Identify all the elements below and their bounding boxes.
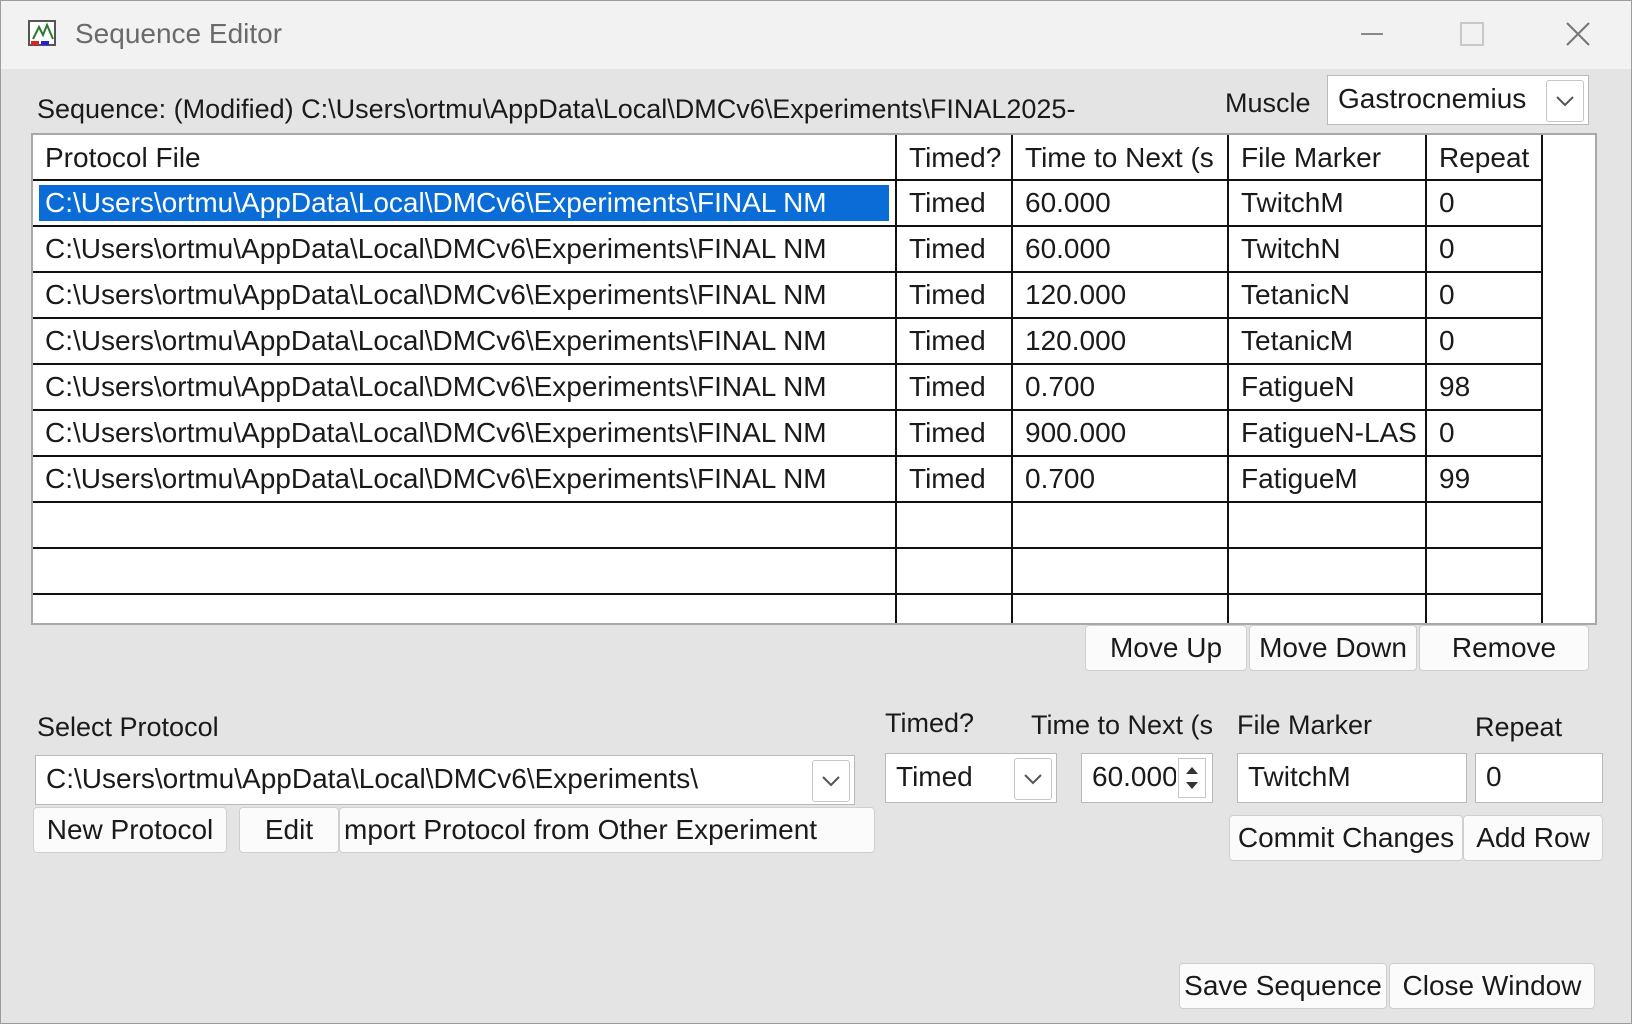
table-cell-empty[interactable] <box>1013 549 1229 595</box>
table-cell[interactable]: 0 <box>1427 181 1543 227</box>
table-cell[interactable]: 120.000 <box>1013 319 1229 365</box>
table-cell[interactable]: Timed <box>897 457 1013 503</box>
table-cell[interactable]: TwitchN <box>1229 227 1427 273</box>
table-cell-empty[interactable] <box>1427 595 1543 623</box>
selection-highlight: C:\Users\ortmu\AppData\Local\DMCv6\Exper… <box>39 185 889 221</box>
table-cell[interactable]: TetanicM <box>1229 319 1427 365</box>
table-cell-empty[interactable] <box>897 549 1013 595</box>
muscle-dropdown[interactable]: Gastrocnemius <box>1327 75 1589 125</box>
chevron-down-icon[interactable] <box>812 760 850 802</box>
table-cell[interactable]: C:\Users\ortmu\AppData\Local\DMCv6\Exper… <box>33 227 897 273</box>
edit-button[interactable]: Edit <box>239 807 339 853</box>
new-protocol-button[interactable]: New Protocol <box>33 807 227 853</box>
table-cell[interactable]: 0.700 <box>1013 365 1229 411</box>
protocol-dropdown[interactable]: C:\Users\ortmu\AppData\Local\DMCv6\Exper… <box>35 755 855 805</box>
timed-value: Timed <box>896 761 973 792</box>
table-cell-empty[interactable] <box>1229 549 1427 595</box>
header-protocol-file[interactable]: Protocol File <box>33 135 897 181</box>
maximize-icon[interactable] <box>1441 9 1501 59</box>
table-cell-empty[interactable] <box>1229 595 1427 623</box>
table-cell-empty[interactable] <box>1427 549 1543 595</box>
sequence-table[interactable]: Protocol File Timed? Time to Next (s Fil… <box>31 133 1597 625</box>
table-cell[interactable]: FatigueM <box>1229 457 1427 503</box>
title-bar: Sequence Editor <box>1 1 1631 69</box>
table-cell[interactable]: FatigueN <box>1229 365 1427 411</box>
timed-dropdown[interactable]: Timed <box>885 753 1057 803</box>
table-cell[interactable]: C:\Users\ortmu\AppData\Local\DMCv6\Exper… <box>33 319 897 365</box>
select-protocol-label: Select Protocol <box>37 712 219 742</box>
chevron-down-icon[interactable] <box>1546 80 1584 122</box>
table-cell[interactable]: Timed <box>897 319 1013 365</box>
table-cell[interactable]: Timed <box>897 181 1013 227</box>
close-icon[interactable] <box>1547 9 1607 59</box>
table-cell[interactable]: FatigueN-LAS <box>1229 411 1427 457</box>
muscle-value: Gastrocnemius <box>1338 83 1527 114</box>
minimize-icon[interactable] <box>1341 9 1401 59</box>
chevron-down-icon[interactable] <box>1014 758 1052 800</box>
header-time-to-next[interactable]: Time to Next (s <box>1013 135 1229 181</box>
table-cell[interactable]: Timed <box>897 411 1013 457</box>
protocol-value: C:\Users\ortmu\AppData\Local\DMCv6\Exper… <box>46 763 698 794</box>
muscle-label: Muscle <box>1225 88 1311 118</box>
time-to-next-spinner[interactable]: 60.000 <box>1081 753 1213 803</box>
table-cell[interactable]: C:\Users\ortmu\AppData\Local\DMCv6\Exper… <box>33 273 897 319</box>
spinner-arrows-icon[interactable] <box>1178 758 1206 798</box>
timed-label: Timed? <box>885 708 975 738</box>
table-cell[interactable]: 120.000 <box>1013 273 1229 319</box>
table-cell[interactable]: C:\Users\ortmu\AppData\Local\DMCv6\Exper… <box>33 457 897 503</box>
table-cell-empty[interactable] <box>33 549 897 595</box>
table-cell[interactable]: Timed <box>897 227 1013 273</box>
table-cell[interactable]: C:\Users\ortmu\AppData\Local\DMCv6\Exper… <box>33 365 897 411</box>
file-marker-label: File Marker <box>1237 710 1373 740</box>
repeat-field[interactable]: 0 <box>1475 753 1603 803</box>
table-cell-empty[interactable] <box>1013 595 1229 623</box>
table-cell[interactable]: TwitchM <box>1229 181 1427 227</box>
table-cell-text: C:\Users\ortmu\AppData\Local\DMCv6\Exper… <box>45 187 827 218</box>
add-row-button[interactable]: Add Row <box>1463 815 1603 861</box>
header-repeat[interactable]: Repeat <box>1427 135 1543 181</box>
table-cell[interactable]: TetanicN <box>1229 273 1427 319</box>
file-marker-field[interactable]: TwitchM <box>1237 753 1467 803</box>
repeat-label: Repeat <box>1475 712 1563 742</box>
close-window-button[interactable]: Close Window <box>1389 963 1595 1009</box>
header-file-marker[interactable]: File Marker <box>1229 135 1427 181</box>
table-cell[interactable]: 0 <box>1427 227 1543 273</box>
sequence-editor-window: Sequence Editor Sequence: (Modified) C:\… <box>0 0 1632 1024</box>
table-cell-empty[interactable] <box>33 595 897 623</box>
table-cell[interactable]: 0 <box>1427 319 1543 365</box>
time-to-next-value: 60.000 <box>1092 761 1176 792</box>
table-cell-empty[interactable] <box>1229 503 1427 549</box>
table-cell-empty[interactable] <box>897 503 1013 549</box>
table-cell[interactable]: Timed <box>897 365 1013 411</box>
table-cell-empty[interactable] <box>33 503 897 549</box>
sequence-label: Sequence: (Modified) C:\Users\ortmu\AppD… <box>37 94 1076 124</box>
table-cell-empty[interactable] <box>1013 503 1229 549</box>
table-cell[interactable]: 99 <box>1427 457 1543 503</box>
remove-button[interactable]: Remove <box>1419 625 1589 671</box>
move-up-button[interactable]: Move Up <box>1085 625 1247 671</box>
table-cell-empty[interactable] <box>897 595 1013 623</box>
time-to-next-label: Time to Next (s <box>1031 710 1214 740</box>
save-sequence-button[interactable]: Save Sequence <box>1179 963 1387 1009</box>
move-down-button[interactable]: Move Down <box>1249 625 1417 671</box>
table-cell[interactable]: 0.700 <box>1013 457 1229 503</box>
table-cell[interactable]: C:\Users\ortmu\AppData\Local\DMCv6\Exper… <box>33 181 897 227</box>
header-timed[interactable]: Timed? <box>897 135 1013 181</box>
table-cell[interactable]: 60.000 <box>1013 181 1229 227</box>
table-cell[interactable]: 0 <box>1427 273 1543 319</box>
table-cell[interactable]: 900.000 <box>1013 411 1229 457</box>
table-cell[interactable]: Timed <box>897 273 1013 319</box>
import-protocol-button[interactable]: mport Protocol from Other Experiment <box>339 807 875 853</box>
table-cell[interactable]: 98 <box>1427 365 1543 411</box>
table-cell[interactable]: 60.000 <box>1013 227 1229 273</box>
app-icon <box>28 20 56 46</box>
table-cell[interactable]: C:\Users\ortmu\AppData\Local\DMCv6\Exper… <box>33 411 897 457</box>
table-cell[interactable]: 0 <box>1427 411 1543 457</box>
window-title: Sequence Editor <box>75 18 283 49</box>
commit-changes-button[interactable]: Commit Changes <box>1229 815 1463 861</box>
table-cell-empty[interactable] <box>1427 503 1543 549</box>
